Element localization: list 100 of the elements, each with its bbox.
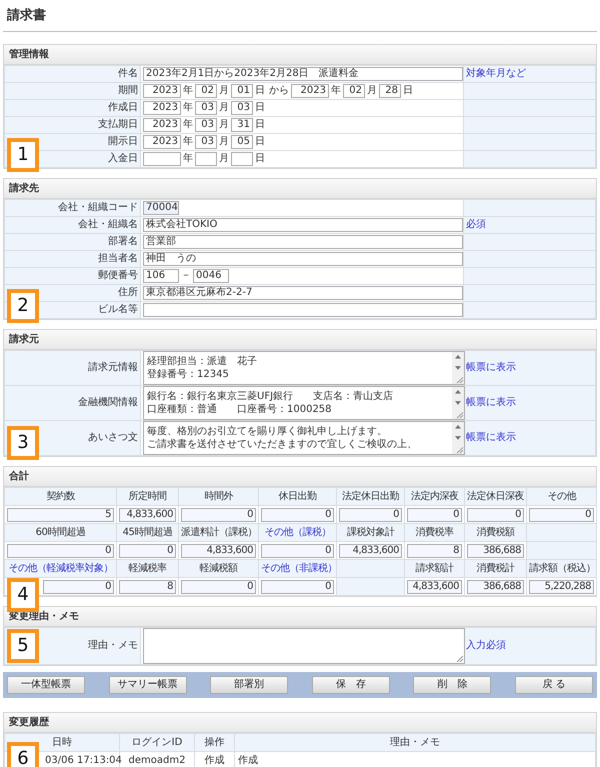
- field-label: 金融機関情報: [78, 397, 138, 408]
- amount-field[interactable]: 0: [261, 580, 334, 594]
- column-label: 派遣料計（課税）: [178, 523, 258, 541]
- input-field[interactable]: 2023: [291, 84, 329, 98]
- unit-label: 月: [219, 153, 229, 164]
- column-label: 消費税率: [404, 523, 464, 541]
- show-on-form-link[interactable]: 帳票に表示: [466, 397, 516, 408]
- amount-field[interactable]: 386,688: [467, 544, 524, 558]
- column-label: 請求額（税込）: [526, 559, 596, 577]
- input-field[interactable]: 営業部: [143, 234, 463, 248]
- action-button[interactable]: 削 除: [413, 676, 492, 694]
- amount-field[interactable]: 5,220,288: [529, 580, 594, 594]
- hint-link[interactable]: 必須: [466, 219, 486, 230]
- input-field[interactable]: 05: [231, 134, 253, 148]
- text-line: ご請求書を送付させていただきますので宜しくご検収の上、: [147, 438, 418, 450]
- column-label: 法定内深夜: [404, 487, 464, 505]
- input-field[interactable]: [143, 152, 181, 166]
- unit-label: 月: [367, 85, 377, 96]
- input-field[interactable]: [231, 152, 253, 166]
- input-field[interactable]: 2023: [143, 84, 181, 98]
- input-field[interactable]: 70004: [143, 200, 179, 214]
- input-field[interactable]: 31: [231, 118, 253, 132]
- show-on-form-link[interactable]: 帳票に表示: [466, 362, 516, 373]
- unit-label: 年: [183, 102, 193, 113]
- amount-field[interactable]: 4,833,600: [339, 544, 402, 558]
- amount-field[interactable]: 0: [467, 508, 524, 522]
- input-field[interactable]: 株式会社TOKIO: [143, 218, 463, 232]
- input-field[interactable]: 02: [195, 84, 217, 98]
- unit-label: 日: [255, 119, 265, 130]
- input-field[interactable]: 02: [343, 84, 365, 98]
- input-field[interactable]: 東京都港区元麻布2-2-7: [143, 286, 463, 300]
- column-label: 法定休日出勤: [336, 487, 404, 505]
- amount-field[interactable]: 0: [119, 544, 176, 558]
- input-field[interactable]: 2023年2月1日から2023年2月28日 派遣料金: [143, 66, 463, 80]
- input-field[interactable]: 03: [195, 100, 217, 114]
- callout-marker: 1: [7, 138, 39, 172]
- memo-field[interactable]: [143, 628, 465, 664]
- input-field[interactable]: 2023: [143, 118, 181, 132]
- amount-field[interactable]: 0: [529, 508, 594, 522]
- field-label: 件名: [118, 68, 138, 79]
- unit-label: －: [181, 270, 191, 281]
- amount-field[interactable]: 4,833,600: [181, 544, 256, 558]
- scrollbar-drawing[interactable]: [452, 386, 464, 418]
- input-field[interactable]: 03: [195, 118, 217, 132]
- action-button[interactable]: 一体型帳票: [7, 676, 85, 694]
- input-field[interactable]: 01: [231, 84, 253, 98]
- input-field[interactable]: 28: [379, 84, 401, 98]
- input-field[interactable]: 03: [231, 100, 253, 114]
- callout-marker: 4: [7, 578, 39, 612]
- amount-field[interactable]: 8: [407, 544, 462, 558]
- amount-field[interactable]: 386,688: [467, 580, 524, 594]
- scrollbar-drawing[interactable]: [452, 352, 464, 384]
- amount-field[interactable]: 4,833,600: [407, 580, 462, 594]
- input-field[interactable]: 03: [195, 134, 217, 148]
- resize-grip-icon[interactable]: [456, 654, 463, 662]
- action-button[interactable]: 保 存: [312, 676, 390, 694]
- show-on-form-link[interactable]: 帳票に表示: [466, 432, 516, 443]
- action-button[interactable]: サマリー帳票: [108, 676, 187, 694]
- input-field[interactable]: 0046: [193, 268, 229, 282]
- amount-field[interactable]: 0: [181, 580, 256, 594]
- column-label: 45時間超過: [116, 523, 178, 541]
- column-label: 時間外: [178, 487, 258, 505]
- amount-field[interactable]: 0: [43, 580, 114, 594]
- input-field[interactable]: [195, 152, 217, 166]
- column-label: 軽減税率: [116, 559, 178, 577]
- text-area[interactable]: 銀行名：銀行名東京三菱UFJ銀行 支店名：青山支店 口座種類：普通 口座番号：1000258: [143, 386, 465, 420]
- field-label: 支払期日: [98, 119, 138, 130]
- text-area[interactable]: 毎度、格別のお引立てを賜り厚く御礼申し上げます。 ご請求書を送付させていただきますので宜しくご検収の上、: [143, 420, 465, 454]
- amount-field[interactable]: 0: [7, 544, 114, 558]
- field-label: 会社・組織名: [78, 219, 138, 230]
- input-field[interactable]: 神田 うの: [143, 252, 463, 266]
- action-button[interactable]: 部署別: [210, 676, 288, 694]
- text-line: 銀行名：銀行名東京三菱UFJ銀行 支店名：青山支店: [147, 390, 394, 402]
- action-button[interactable]: 戻 る: [514, 676, 593, 694]
- amount-field[interactable]: 5: [7, 508, 114, 522]
- amount-field[interactable]: 0: [261, 544, 334, 558]
- text-area[interactable]: 経理部担当：派遣 花子 登録番号：12345: [143, 350, 465, 384]
- input-field[interactable]: 2023: [143, 100, 181, 114]
- section-heading: 請求元: [4, 330, 596, 350]
- unit-label: 月: [219, 85, 229, 96]
- required-link[interactable]: 入力必須: [466, 640, 506, 651]
- amount-field[interactable]: 0: [407, 508, 462, 522]
- unit-label: から: [269, 85, 289, 96]
- field-label: 住所: [118, 287, 138, 298]
- unit-label: 年: [183, 85, 193, 96]
- column-label: 消費税額: [464, 523, 526, 541]
- amount-field[interactable]: 0: [261, 508, 334, 522]
- field-label: 作成日: [108, 102, 138, 113]
- scrollbar-drawing[interactable]: [452, 422, 464, 454]
- amount-field[interactable]: 4,833,600: [119, 508, 176, 522]
- column-header: 操作: [194, 733, 234, 751]
- amount-field[interactable]: 0: [181, 508, 256, 522]
- input-field[interactable]: 2023: [143, 134, 181, 148]
- column-label: 契約数: [4, 487, 116, 505]
- amount-field[interactable]: 0: [339, 508, 402, 522]
- unit-label: 日: [255, 85, 265, 96]
- input-field[interactable]: [143, 302, 463, 316]
- input-field[interactable]: 106: [143, 268, 179, 282]
- unit-label: 日: [255, 153, 265, 164]
- amount-field[interactable]: 8: [119, 580, 176, 594]
